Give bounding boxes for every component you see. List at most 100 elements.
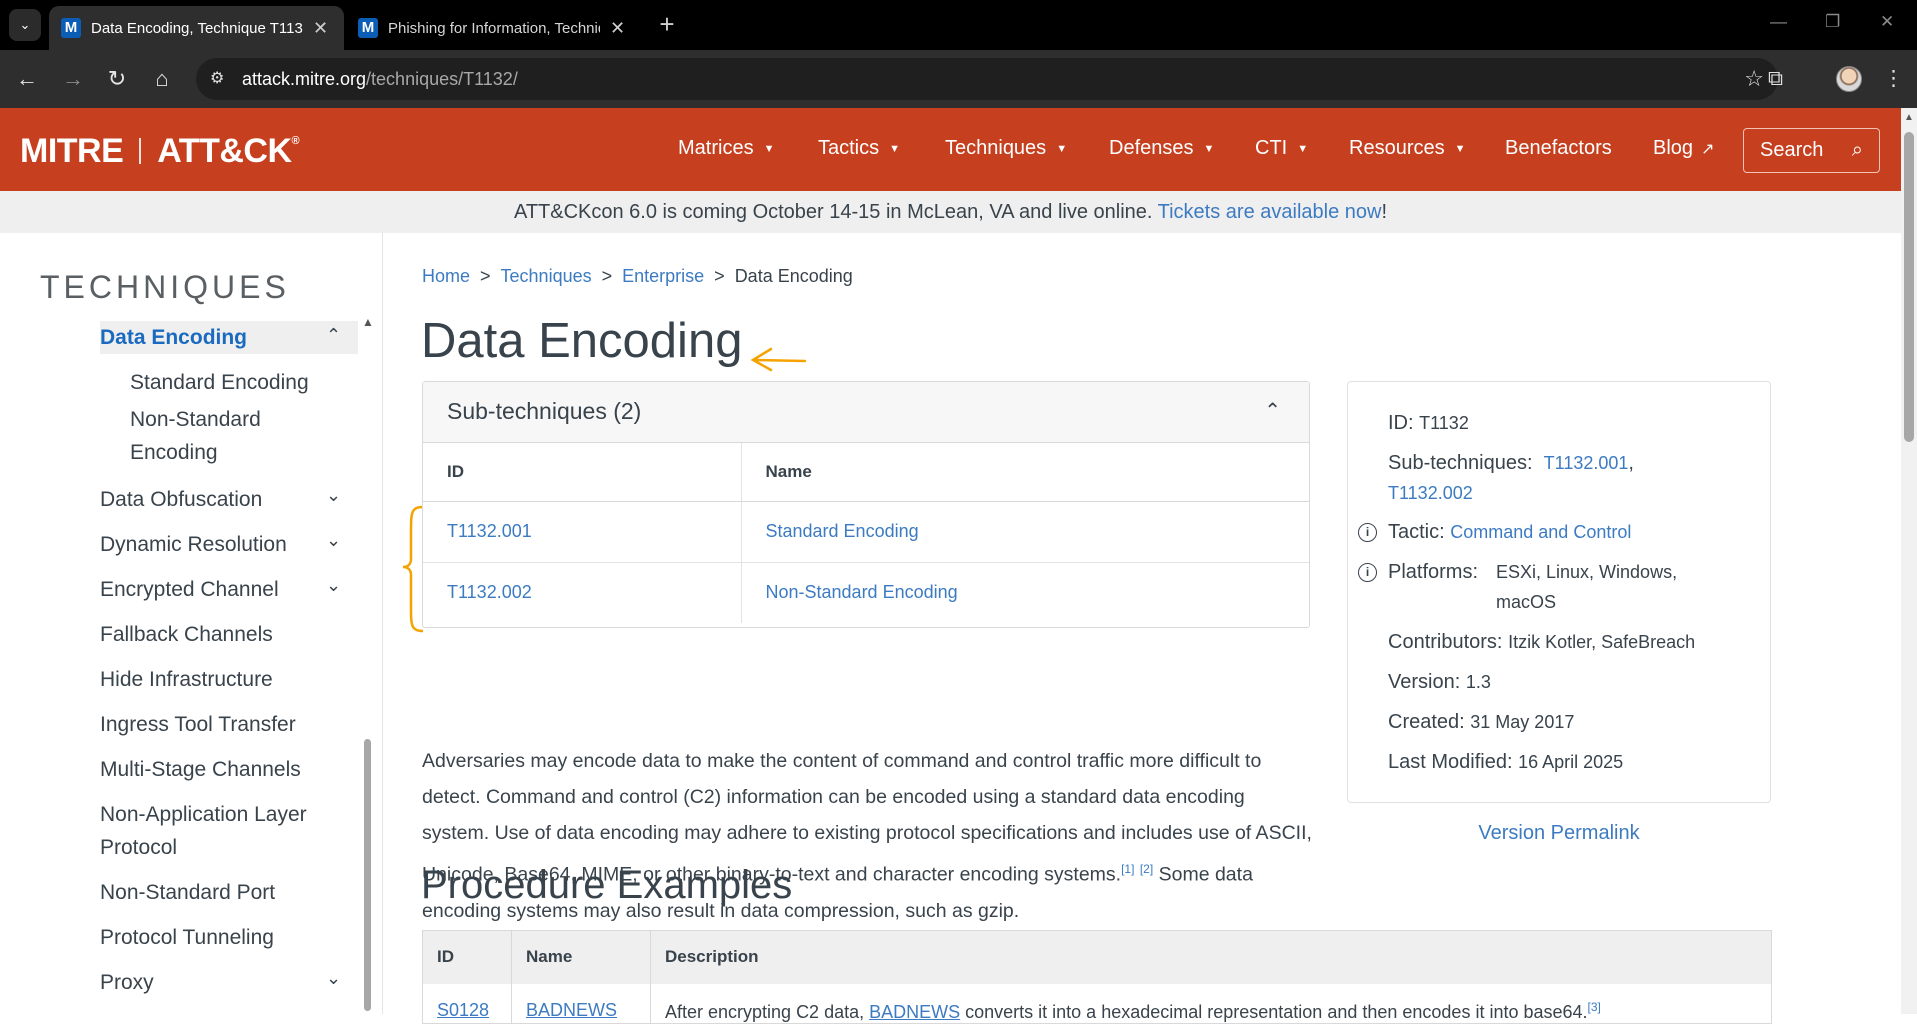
search-button[interactable]: Search ⌕ [1743, 128, 1880, 173]
version-permalink[interactable]: Version Permalink [1347, 822, 1771, 845]
site-info-icon[interactable]: ⚙ [210, 68, 232, 90]
tab-close-icon[interactable]: ✕ [313, 18, 328, 39]
page-scrollbar-thumb[interactable] [1904, 132, 1914, 442]
card-subtechnique-link[interactable]: T1132.002 [1388, 483, 1473, 503]
breadcrumb-current: Data Encoding [734, 266, 853, 286]
tab-title: Phishing for Information, Technique [388, 19, 600, 37]
table-row: T1132.001 Standard Encoding [423, 501, 1309, 563]
home-icon[interactable]: ⌂ [147, 64, 177, 94]
reload-icon[interactable]: ↻ [102, 64, 132, 94]
procedure-name-link[interactable]: BADNEWS [526, 1000, 617, 1020]
breadcrumb-enterprise[interactable]: Enterprise [622, 266, 704, 286]
minimize-icon[interactable]: — [1770, 12, 1787, 32]
tab-close-icon[interactable]: ✕ [610, 18, 625, 39]
tab-search-icon[interactable]: ⌄ [9, 9, 41, 41]
announcement-banner: ATT&CKcon 6.0 is coming October 14-15 in… [0, 191, 1901, 233]
card-subtechnique-link[interactable]: T1132.001 [1544, 453, 1629, 473]
chevron-down-icon[interactable]: ⌄ [326, 968, 341, 989]
chevron-up-icon[interactable]: ⌃ [326, 325, 341, 346]
procedure-software-link[interactable]: BADNEWS [869, 1002, 960, 1022]
scroll-up-arrow-icon[interactable]: ▲ [1904, 112, 1914, 123]
info-icon[interactable]: i [1358, 523, 1377, 542]
nav-benefactors[interactable]: Benefactors [1505, 137, 1612, 160]
procedure-examples-table: ID Name Description S0128 BADNEWS After … [422, 930, 1772, 1024]
subtechnique-id-link[interactable]: T1132.001 [447, 521, 532, 541]
page-scrollbar[interactable]: ▲ [1901, 108, 1917, 1014]
chevron-up-icon[interactable]: ⌃ [1264, 398, 1281, 423]
sidebar-scrollbar[interactable] [364, 739, 371, 1011]
card-last-modified: Last Modified: 16 April 2025 [1388, 751, 1624, 773]
subtechnique-name-link[interactable]: Non-Standard Encoding [766, 582, 958, 602]
technique-info-card: ID: T1132 Sub-techniques: T1132.001, T11… [1347, 381, 1771, 803]
reference-link[interactable]: [1] [1121, 862, 1134, 876]
restore-icon[interactable]: ❐ [1825, 12, 1840, 32]
sidebar-item-non-standard-port[interactable]: Non-Standard Port [100, 876, 358, 909]
nav-cti[interactable]: CTI ▼ [1255, 137, 1308, 160]
reference-link[interactable]: [2] [1140, 862, 1153, 876]
reference-link[interactable]: [3] [1588, 1000, 1601, 1014]
nav-tactics[interactable]: Tactics ▼ [818, 137, 900, 160]
techniques-sidebar: TECHNIQUES Data Encoding ⌃ Standard Enco… [0, 233, 383, 1014]
extensions-icon[interactable]: ⧉ [1768, 64, 1783, 94]
procedure-id-link[interactable]: S0128 [437, 1000, 489, 1020]
browser-toolbar: ← → ↻ ⌂ ⚙ attack.mitre.org/techniques/T1… [0, 50, 1917, 108]
column-header-name: Name [741, 443, 1309, 502]
sidebar-subitem-standard-encoding[interactable]: Standard Encoding [130, 366, 350, 399]
nav-blog[interactable]: Blog ↗ [1653, 137, 1714, 160]
caret-down-icon: ▼ [1056, 142, 1068, 155]
mitre-attack-logo[interactable]: MITRE ATT&CK® [20, 132, 300, 171]
sidebar-item-fallback-channels[interactable]: Fallback Channels [100, 618, 358, 651]
breadcrumb-techniques[interactable]: Techniques [501, 266, 592, 286]
external-link-icon: ↗ [1701, 140, 1715, 158]
sidebar-item-data-obfuscation[interactable]: Data Obfuscation [100, 483, 358, 516]
chevron-down-icon[interactable]: ⌄ [326, 530, 341, 551]
sidebar-item-ingress-tool-transfer[interactable]: Ingress Tool Transfer [100, 708, 358, 741]
chevron-down-icon[interactable]: ⌄ [326, 575, 341, 596]
profile-avatar[interactable] [1836, 66, 1862, 92]
nav-resources[interactable]: Resources ▼ [1349, 137, 1466, 160]
sidebar-item-non-application-layer-protocol[interactable]: Non-Application Layer Protocol [100, 798, 358, 864]
sidebar-item-proxy[interactable]: Proxy [100, 966, 358, 999]
chevron-down-icon[interactable]: ⌄ [326, 485, 341, 506]
sidebar-item-data-encoding[interactable]: Data Encoding [100, 321, 358, 354]
sidebar-item-encrypted-channel[interactable]: Encrypted Channel [100, 573, 358, 606]
card-subtechniques-cont: T1132.002 [1388, 478, 1473, 508]
caret-down-icon: ▼ [1454, 142, 1466, 155]
browser-tab-active[interactable]: M Data Encoding, Technique T1132 ✕ [49, 6, 344, 50]
subtechniques-header[interactable]: Sub-techniques (2) ⌃ [423, 382, 1309, 443]
nav-techniques[interactable]: Techniques ▼ [945, 137, 1067, 160]
nav-matrices[interactable]: Matrices ▼ [678, 137, 774, 160]
sidebar-item-dynamic-resolution[interactable]: Dynamic Resolution [100, 528, 358, 561]
browser-menu-icon[interactable]: ⋮ [1883, 64, 1904, 94]
search-icon: ⌕ [1851, 139, 1863, 161]
forward-icon[interactable]: → [58, 64, 88, 94]
sidebar-item-hide-infrastructure[interactable]: Hide Infrastructure [100, 663, 358, 696]
site-header: MITRE ATT&CK® Matrices ▼ Tactics ▼ Techniqu… [0, 108, 1901, 191]
sidebar-item-protocol-tunneling[interactable]: Protocol Tunneling [100, 921, 358, 954]
browser-tab-bar: ⌄ M Data Encoding, Technique T1132 ✕ M P… [0, 0, 1917, 50]
subtechniques-table: ID Name T1132.001 Standard Encoding T113… [423, 443, 1309, 623]
sidebar-item-multi-stage-channels[interactable]: Multi-Stage Channels [100, 753, 358, 786]
caret-down-icon: ▼ [889, 142, 901, 155]
subtechnique-name-link[interactable]: Standard Encoding [766, 521, 919, 541]
tickets-link[interactable]: Tickets are available now [1158, 201, 1382, 223]
column-header-id: ID [422, 930, 512, 984]
browser-tab[interactable]: M Phishing for Information, Technique ✕ [346, 6, 642, 50]
info-icon[interactable]: i [1358, 563, 1377, 582]
page-title: Data Encoding [421, 314, 743, 368]
procedure-examples-title: Procedure Examples [421, 863, 793, 907]
bookmark-star-icon[interactable]: ☆ [1744, 66, 1764, 92]
window-close-icon[interactable]: ✕ [1880, 12, 1894, 32]
address-bar[interactable]: ⚙ attack.mitre.org/techniques/T1132/ ☆ [196, 58, 1778, 100]
sidebar-title: TECHNIQUES [40, 269, 290, 305]
sidebar-subitem-non-standard-encoding[interactable]: Non-Standard Encoding [130, 403, 350, 469]
subtechnique-id-link[interactable]: T1132.002 [447, 582, 532, 602]
tactic-link[interactable]: Command and Control [1450, 522, 1631, 542]
new-tab-icon[interactable]: + [652, 10, 682, 40]
subtechniques-title: Sub-techniques (2) [447, 398, 642, 424]
nav-defenses[interactable]: Defenses ▼ [1109, 137, 1214, 160]
back-icon[interactable]: ← [12, 64, 42, 94]
scroll-up-arrow-icon[interactable]: ▲ [362, 315, 374, 329]
url-text[interactable]: attack.mitre.org/techniques/T1132/ [242, 69, 518, 90]
breadcrumb-home[interactable]: Home [422, 266, 470, 286]
